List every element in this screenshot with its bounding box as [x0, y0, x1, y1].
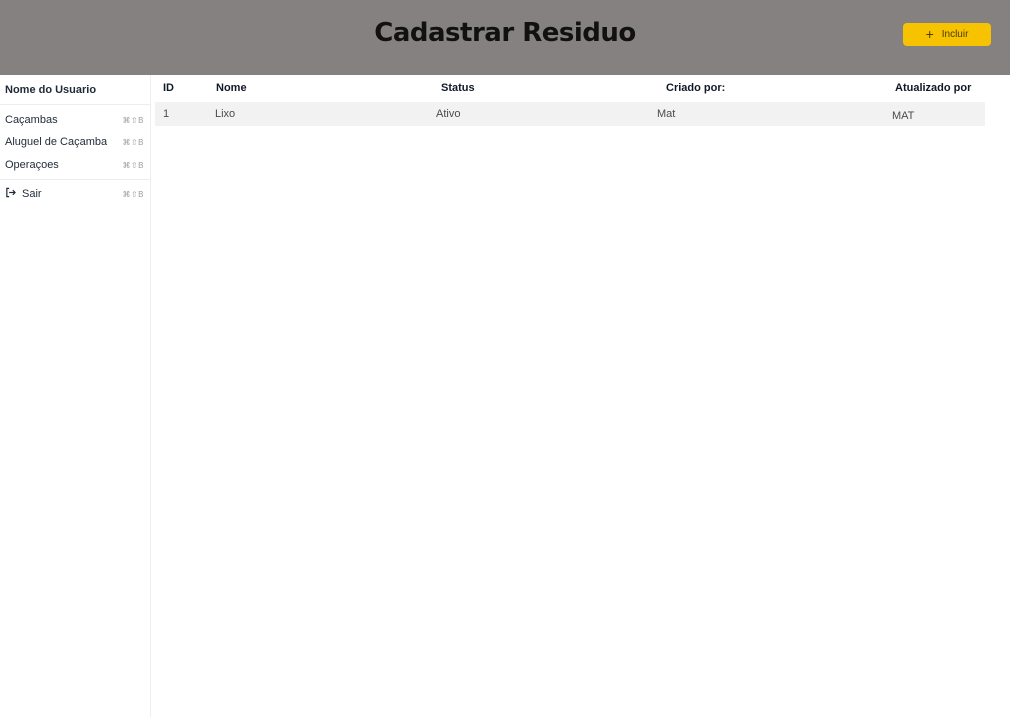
cell-status: Ativo: [436, 108, 461, 120]
sidebar-item-cacambas[interactable]: Caçambas ⌘⇧B: [0, 110, 150, 130]
sidebar-item-label: Aluguel de Caçamba: [5, 136, 108, 148]
page-title: Cadastrar Residuo: [374, 18, 636, 48]
sidebar-item-label: Sair: [22, 188, 42, 200]
table-row[interactable]: 1 Lixo Ativo Mat MAT: [155, 102, 985, 126]
column-header-criado-por[interactable]: Criado por:: [666, 82, 725, 94]
sidebar-divider: [0, 179, 150, 180]
keyboard-shortcut: ⌘⇧B: [122, 115, 144, 125]
sidebar-item-operacoes[interactable]: Operaçoes ⌘⇧B: [0, 155, 150, 175]
incluir-button[interactable]: + Incluir: [903, 23, 991, 46]
cell-criado-por: Mat: [657, 108, 676, 120]
cell-id: 1: [163, 108, 170, 120]
cell-nome: Lixo: [215, 108, 236, 120]
sidebar-item-sair-content: Sair: [5, 187, 42, 201]
incluir-button-label: Incluir: [941, 29, 969, 40]
sidebar-item-label: Operaçoes: [5, 159, 59, 171]
cell-atualizado-por: MAT: [892, 110, 915, 122]
sidebar-item-sair[interactable]: Sair ⌘⇧B: [0, 184, 150, 204]
sidebar-divider: [0, 104, 150, 105]
sidebar-item-aluguel-de-cacamba[interactable]: Aluguel de Caçamba ⌘⇧B: [0, 132, 150, 152]
column-header-status[interactable]: Status: [441, 82, 475, 94]
keyboard-shortcut: ⌘⇧B: [122, 189, 144, 199]
sidebar-item-label: Caçambas: [5, 114, 58, 126]
user-name: Nome do Usuario: [5, 84, 97, 96]
page-header: Cadastrar Residuo + Incluir: [0, 0, 1010, 75]
sidebar: Nome do Usuario Caçambas ⌘⇧B Aluguel de …: [0, 75, 151, 717]
logout-icon: [5, 187, 16, 201]
keyboard-shortcut: ⌘⇧B: [122, 137, 144, 147]
column-header-atualizado-por[interactable]: Atualizado por: [895, 82, 971, 94]
table-header: ID Nome Status Criado por: Atualizado po…: [151, 82, 1010, 98]
keyboard-shortcut: ⌘⇧B: [122, 160, 144, 170]
column-header-id[interactable]: ID: [163, 82, 174, 94]
plus-icon: +: [925, 26, 934, 42]
column-header-nome[interactable]: Nome: [216, 82, 247, 94]
